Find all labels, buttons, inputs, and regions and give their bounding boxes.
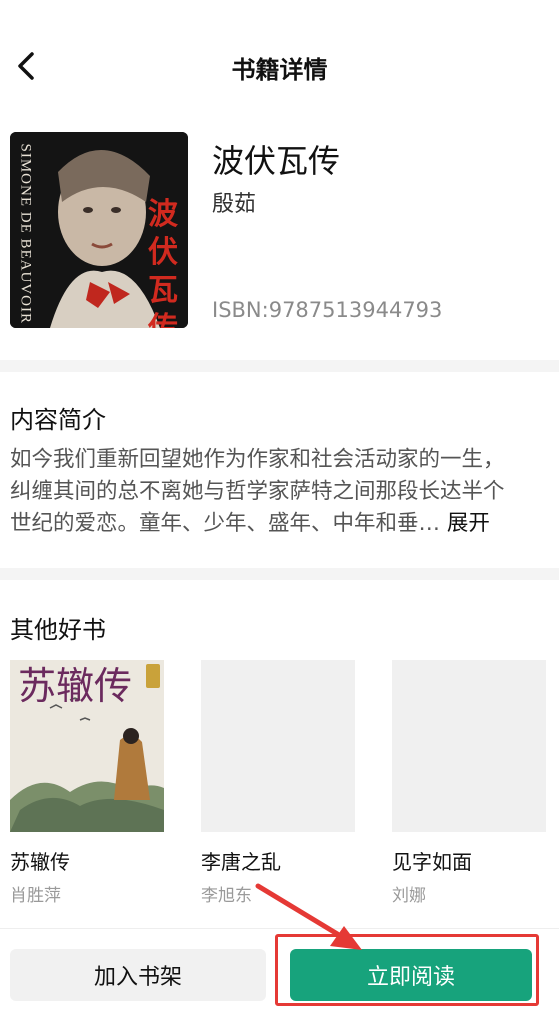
book-card-cover-placeholder[interactable] (392, 660, 546, 832)
book-author[interactable]: 殷茹 (212, 186, 256, 218)
book-card-author: 李旭东 (201, 886, 252, 906)
book-card[interactable]: 见字如面 刘娜 (392, 660, 546, 906)
page-title: 书籍详情 (231, 56, 328, 84)
cover-vertical-text: SIMONE DE BEAUVOIR (17, 143, 34, 325)
book-card-author: 肖胜萍 (10, 886, 61, 906)
book-card[interactable]: 苏辙传 苏辙传 肖胜萍 (10, 660, 164, 906)
book-cover-image[interactable]: SIMONE DE BEAUVOIR 波伏瓦传 (10, 132, 188, 328)
book-title: 波伏瓦传 (212, 142, 341, 180)
intro-line-text: 世纪的爱恋。童年、少年、盛年、中年和垂… (10, 511, 441, 536)
other-books-heading: 其他好书 (10, 616, 106, 644)
book-card[interactable]: 李唐之乱 李旭东 (201, 660, 355, 906)
other-books-section: 其他好书 苏辙传 苏辙传 肖胜萍 李唐之乱 李旭东 见字如面 刘娜 (0, 580, 559, 928)
book-card-author: 刘娜 (392, 886, 426, 906)
book-card-title: 苏辙传 (10, 850, 70, 874)
section-divider (0, 568, 559, 580)
book-card-title: 李唐之乱 (201, 850, 281, 874)
book-info-section: SIMONE DE BEAUVOIR 波伏瓦传 波伏瓦传 殷茹 ISBN:978… (0, 120, 559, 360)
section-divider (0, 360, 559, 372)
add-to-shelf-button[interactable]: 加入书架 (10, 949, 266, 1001)
card-cover-text: 苏辙传 (18, 664, 133, 708)
book-card-cover[interactable]: 苏辙传 (10, 660, 164, 832)
expand-link[interactable]: 展开 (447, 511, 490, 536)
intro-line: 世纪的爱恋。童年、少年、盛年、中年和垂… 展开 (10, 508, 550, 540)
book-isbn: ISBN:9787513944793 (212, 298, 443, 322)
intro-line: 如今我们重新回望她作为作家和社会活动家的一生， (10, 447, 505, 472)
highlight-box (275, 934, 539, 1006)
top-navigation-bar: 书籍详情 (0, 0, 559, 120)
intro-heading: 内容简介 (10, 406, 106, 434)
book-introduction-section: 内容简介 如今我们重新回望她作为作家和社会活动家的一生， 纠缠其间的总不离她与哲… (0, 372, 559, 568)
book-card-cover-placeholder[interactable] (201, 660, 355, 832)
intro-text: 如今我们重新回望她作为作家和社会活动家的一生， 纠缠其间的总不离她与哲学家萨特之… (10, 444, 550, 540)
intro-line: 纠缠其间的总不离她与哲学家萨特之间那段长达半个 (10, 479, 505, 504)
cover-title-text: 波伏瓦传 (148, 197, 178, 328)
book-card-title: 见字如面 (392, 850, 472, 874)
